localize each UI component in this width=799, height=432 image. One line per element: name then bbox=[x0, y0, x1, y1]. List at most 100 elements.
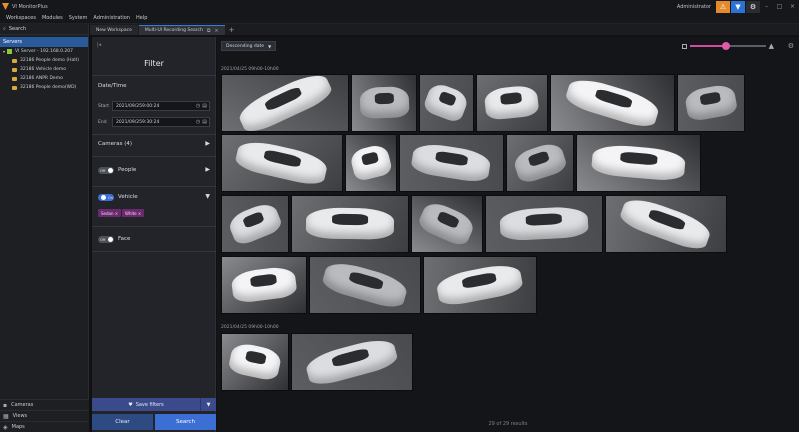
filter-icon[interactable]: ▼ bbox=[731, 0, 745, 13]
menu-help[interactable]: Help bbox=[136, 15, 147, 21]
calendar-icon[interactable]: ▤ bbox=[202, 103, 207, 109]
chip-sedan[interactable]: Sedan × bbox=[98, 209, 122, 217]
chip-white[interactable]: White × bbox=[122, 209, 145, 217]
result-thumbnail[interactable] bbox=[221, 195, 289, 253]
result-thumbnail[interactable] bbox=[221, 134, 343, 192]
result-thumbnail[interactable] bbox=[291, 195, 409, 253]
tree-camera[interactable]: 32186 Vehicle demo bbox=[0, 65, 88, 74]
menu-system[interactable]: System bbox=[69, 15, 88, 21]
gear-icon[interactable]: ⚙ bbox=[788, 42, 794, 50]
tab-new-workspace[interactable]: New Workspace bbox=[90, 25, 138, 35]
zoom-slider[interactable]: ▲ bbox=[682, 40, 774, 52]
clear-button[interactable]: Clear bbox=[92, 414, 153, 430]
result-thumbnail[interactable] bbox=[309, 256, 421, 314]
results-count: 29 of 29 results bbox=[488, 421, 528, 427]
menu-workspaces[interactable]: Workspaces bbox=[6, 15, 36, 21]
save-filters-dropdown-icon[interactable]: ▼ bbox=[200, 398, 216, 411]
chevron-down-icon[interactable]: ▼ bbox=[205, 193, 210, 200]
collapse-icon[interactable]: |◂ bbox=[97, 42, 101, 48]
vehicle-window bbox=[438, 90, 458, 107]
menu-administration[interactable]: Administration bbox=[93, 15, 130, 21]
clock-icon[interactable]: ◷ bbox=[196, 119, 200, 125]
datetime-section: Date/Time Start 2021/09/25 9:00:24 ◷ ▤ E… bbox=[92, 75, 216, 131]
result-thumbnail[interactable] bbox=[677, 74, 745, 132]
sidebar-item-views[interactable]: ▦ Views bbox=[0, 410, 89, 421]
people-toggle[interactable]: Off bbox=[98, 167, 114, 174]
result-thumbnail[interactable] bbox=[506, 134, 574, 192]
zoom-thumb[interactable] bbox=[721, 42, 730, 50]
vehicle-image bbox=[234, 137, 330, 189]
left-panel: ⌕ Search Servers ▾ VI Server - 192.168.0… bbox=[0, 24, 89, 432]
result-thumbnail[interactable] bbox=[411, 195, 483, 253]
datetime-label: Date/Time bbox=[98, 83, 127, 89]
zoom-track[interactable] bbox=[690, 42, 766, 50]
cameras-section[interactable]: Cameras (4) ▶ bbox=[92, 134, 216, 154]
start-label: Start bbox=[98, 103, 109, 109]
sidebar-item-maps[interactable]: ◈ Maps bbox=[0, 421, 89, 432]
tree-server[interactable]: ▾ VI Server - 192.168.0.207 bbox=[0, 47, 88, 56]
map-icon: ◈ bbox=[3, 423, 8, 431]
tree-camera[interactable]: 32186 People demo (Halt) bbox=[0, 56, 88, 65]
maximize-icon[interactable]: □ bbox=[773, 3, 786, 10]
start-datetime-input[interactable]: 2021/09/25 9:00:24 ◷ ▤ bbox=[112, 101, 210, 111]
result-thumbnail[interactable] bbox=[476, 74, 548, 132]
vehicle-image bbox=[234, 75, 336, 131]
save-filters-button[interactable]: ♥ Save filters bbox=[92, 398, 200, 411]
results-panel: Descending date ▼ ▲ ⚙ 2021/04/25 09h00-1… bbox=[217, 37, 799, 432]
result-thumbnail[interactable] bbox=[345, 134, 397, 192]
result-thumbnail[interactable] bbox=[550, 74, 675, 132]
close-icon[interactable]: × bbox=[786, 3, 799, 10]
tab-recording-search[interactable]: Multi-Ul Recording Search ⧉ × bbox=[138, 25, 225, 35]
close-tab-icon[interactable]: × bbox=[214, 28, 218, 34]
result-thumbnail[interactable] bbox=[221, 333, 289, 391]
add-tab-icon[interactable]: + bbox=[229, 25, 235, 35]
result-thumbnail[interactable] bbox=[605, 195, 727, 253]
result-thumbnail[interactable] bbox=[419, 74, 474, 132]
workspace-tabs: New Workspace Multi-Ul Recording Search … bbox=[90, 24, 799, 35]
window-icon[interactable]: ⧉ bbox=[207, 28, 211, 34]
notification-icon[interactable]: ⚠ bbox=[716, 0, 730, 13]
minimize-icon[interactable]: – bbox=[760, 3, 773, 10]
vehicle-toggle-text: On bbox=[108, 195, 113, 200]
end-time: 9:30:24 bbox=[142, 119, 160, 125]
sidebar-search[interactable]: ⌕ Search bbox=[0, 24, 88, 35]
chevron-down-icon: ▼ bbox=[268, 43, 272, 49]
result-thumbnail[interactable] bbox=[485, 195, 603, 253]
zoom-in-icon[interactable]: ▲ bbox=[769, 42, 774, 50]
zoom-out-icon[interactable] bbox=[682, 43, 687, 49]
camera-icon bbox=[12, 85, 17, 90]
user-name[interactable]: Administrator bbox=[677, 4, 711, 10]
tree-camera[interactable]: 32186 ANPR Demo bbox=[0, 74, 88, 83]
calendar-icon[interactable]: ▤ bbox=[202, 119, 207, 125]
camera-icon bbox=[12, 67, 17, 72]
sidebar-item-cameras[interactable]: ▪ Cameras bbox=[0, 399, 89, 410]
menu-modules[interactable]: Modules bbox=[42, 15, 63, 21]
people-toggle-text: Off bbox=[100, 168, 106, 173]
chevron-right-icon[interactable]: ▶ bbox=[205, 166, 210, 173]
result-thumbnail[interactable] bbox=[576, 134, 701, 192]
vehicle-image bbox=[410, 141, 493, 185]
result-thumbnail[interactable] bbox=[291, 333, 413, 391]
end-datetime-input[interactable]: 2021/09/25 9:30:24 ◷ ▤ bbox=[112, 117, 210, 127]
vehicle-window bbox=[332, 213, 368, 226]
servers-label: Servers bbox=[3, 39, 23, 45]
clock-icon[interactable]: ◷ bbox=[196, 103, 200, 109]
heart-icon: ♥ bbox=[128, 401, 133, 408]
result-thumbnail[interactable] bbox=[351, 74, 417, 132]
tree-label: 32186 People demo (Halt) bbox=[20, 58, 79, 63]
face-toggle[interactable]: Off bbox=[98, 236, 114, 243]
settings-icon[interactable]: ⚙ bbox=[746, 0, 760, 13]
result-thumbnail[interactable] bbox=[221, 256, 307, 314]
sort-dropdown[interactable]: Descending date ▼ bbox=[221, 41, 277, 51]
tree-camera[interactable]: 32186 People demo(WD) bbox=[0, 83, 88, 92]
vehicle-toggle[interactable]: On bbox=[98, 194, 114, 201]
result-thumbnail[interactable] bbox=[221, 74, 349, 132]
vehicle-image bbox=[563, 75, 662, 131]
sidebar-servers-header[interactable]: Servers bbox=[0, 37, 88, 47]
face-toggle-text: Off bbox=[100, 237, 106, 242]
vehicle-image bbox=[590, 143, 687, 183]
zoom-fill bbox=[690, 45, 726, 47]
result-thumbnail[interactable] bbox=[423, 256, 537, 314]
search-button[interactable]: Search bbox=[155, 414, 216, 430]
result-thumbnail[interactable] bbox=[399, 134, 504, 192]
